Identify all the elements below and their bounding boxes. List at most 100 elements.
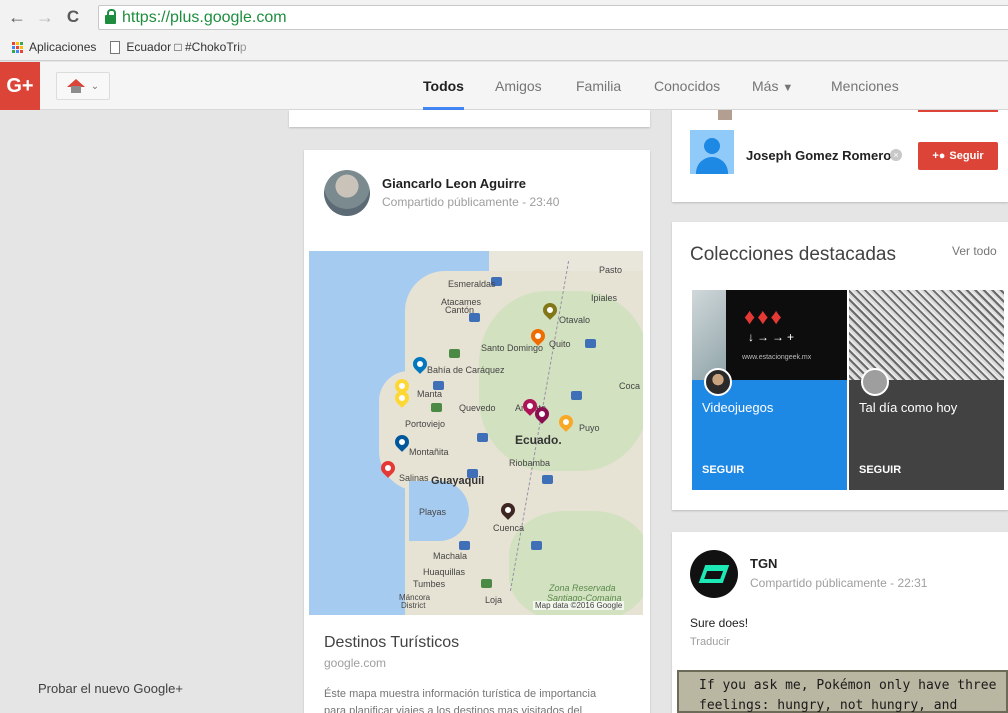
image-text-line: feelings: hungry, not hungry, and bbox=[699, 698, 958, 713]
map-country-label: Ecuado. bbox=[515, 433, 562, 447]
image-text-line: If you ask me, Pokémon only have three bbox=[699, 678, 997, 693]
map-label: Montañita bbox=[409, 447, 449, 457]
collection-tile-tal-dia[interactable]: Tal día como hoy SEGUIR bbox=[849, 290, 1004, 490]
try-new-gplus-link[interactable]: Probar el nuevo Google+ bbox=[38, 681, 183, 696]
map-label: Santo Domingo bbox=[481, 343, 544, 353]
dismiss-circle-icon[interactable]: × bbox=[890, 149, 902, 161]
collection-cover-image: ♦♦♦ ↓→→+ www.estaciongeek.mx bbox=[692, 290, 847, 380]
suggested-person-name[interactable]: Joseph Gomez Romero bbox=[746, 148, 891, 163]
post-card: Giancarlo Leon Aguirre Compartido públic… bbox=[304, 150, 650, 713]
collection-owner-avatar bbox=[861, 368, 889, 396]
map-label: Manta bbox=[417, 389, 443, 399]
reload-icon[interactable]: C bbox=[62, 0, 84, 34]
post-image[interactable]: If you ask me, Pokémon only have three f… bbox=[677, 670, 1008, 713]
map-image[interactable]: Esmeraldas Pasto Ipiales Atacames Cantón… bbox=[309, 251, 643, 615]
collection-name: Tal día como hoy bbox=[859, 400, 958, 415]
apps-grid-icon bbox=[12, 41, 23, 53]
home-icon bbox=[66, 79, 85, 93]
link-description-line: para planificar viajes a los destinos ma… bbox=[324, 705, 583, 713]
map-label: Loja bbox=[485, 595, 503, 605]
road-shield bbox=[571, 391, 582, 400]
collection-tile-videojuegos[interactable]: ♦♦♦ ↓→→+ www.estaciongeek.mx Videojuegos… bbox=[692, 290, 847, 490]
road-shield bbox=[459, 541, 470, 550]
chevron-down-icon: ▼ bbox=[782, 82, 794, 94]
bookmark-apps[interactable]: Aplicaciones bbox=[29, 40, 96, 54]
tab-menciones[interactable]: Menciones bbox=[831, 62, 899, 110]
map-label: Puyo bbox=[579, 423, 600, 433]
browser-toolbar: ← → C https://plus.google.com bbox=[0, 0, 1008, 34]
map-label: Quito bbox=[549, 339, 571, 349]
cover-logo: ♦♦♦ bbox=[744, 304, 784, 329]
tab-familia[interactable]: Familia bbox=[576, 62, 621, 110]
map-label: Huaquillas bbox=[423, 567, 466, 577]
bookmark-fade-tail: p bbox=[239, 40, 247, 54]
map-label: Esmeraldas bbox=[448, 279, 496, 289]
map-label: District bbox=[401, 601, 426, 610]
previous-post-card bbox=[289, 110, 650, 127]
url-text: https://plus.google.com bbox=[122, 8, 287, 26]
gplus-header: G+ ⌄ Todos Amigos Familia Conocidos Más … bbox=[0, 62, 1008, 110]
translate-link[interactable]: Traducir bbox=[690, 636, 730, 648]
map-label: Tumbes bbox=[413, 579, 446, 589]
avatar-body bbox=[696, 157, 728, 174]
tab-todos[interactable]: Todos bbox=[423, 62, 464, 110]
tab-mas[interactable]: Más ▼ bbox=[752, 62, 793, 110]
author-avatar[interactable] bbox=[690, 550, 738, 598]
map-label-guayaquil: Guayaquil bbox=[431, 475, 485, 487]
lock-icon bbox=[105, 9, 116, 24]
map-attribution: Map data ©2016 Google bbox=[533, 601, 625, 610]
prev-suggestion-avatar bbox=[718, 110, 732, 120]
map-label: Otavalo bbox=[559, 315, 591, 325]
post-author[interactable]: Giancarlo Leon Aguirre bbox=[382, 176, 526, 191]
page-icon bbox=[110, 40, 121, 54]
post-visibility[interactable]: Compartido públicamente bbox=[382, 195, 519, 209]
address-bar[interactable]: https://plus.google.com bbox=[98, 5, 1008, 30]
arrow-left-icon[interactable]: ← bbox=[6, 0, 28, 34]
link-title[interactable]: Destinos Turísticos bbox=[324, 634, 459, 652]
meta-separator: - bbox=[522, 195, 527, 209]
cover-arrows: ↓→→+ bbox=[748, 330, 798, 344]
meta-separator: - bbox=[890, 576, 895, 590]
follow-button[interactable]: +● Seguir bbox=[918, 142, 998, 170]
suggestions-card: Joseph Gomez Romero × +● Seguir bbox=[672, 110, 1008, 202]
gplus-logo[interactable]: G+ bbox=[0, 62, 40, 110]
tab-amigos[interactable]: Amigos bbox=[495, 62, 542, 110]
cover-edge bbox=[692, 290, 726, 380]
post-time[interactable]: 23:40 bbox=[529, 195, 559, 209]
chevron-down-icon: ⌄ bbox=[90, 80, 100, 92]
collections-title: Colecciones destacadas bbox=[690, 244, 896, 265]
link-domain[interactable]: google.com bbox=[324, 656, 386, 670]
map-label: Zona Reservada bbox=[549, 583, 616, 593]
bookmarks-bar: Aplicaciones Ecuador □ #ChokoTri p bbox=[0, 34, 1008, 61]
home-menu-button[interactable]: ⌄ bbox=[56, 72, 110, 100]
tab-conocidos[interactable]: Conocidos bbox=[654, 62, 720, 110]
map-label: Coca bbox=[619, 381, 641, 391]
post-time[interactable]: 22:31 bbox=[897, 576, 927, 590]
bookmark-ecuador[interactable]: Ecuador □ #ChokoTri bbox=[126, 40, 240, 54]
view-all-link[interactable]: Ver todo bbox=[952, 244, 997, 258]
post-visibility[interactable]: Compartido públicamente bbox=[750, 576, 887, 590]
map-label: Playas bbox=[419, 507, 447, 517]
add-person-icon: +● bbox=[932, 150, 946, 162]
map-label: Pasto bbox=[599, 265, 623, 275]
road-shield bbox=[431, 403, 442, 412]
collection-follow-button[interactable]: SEGUIR bbox=[859, 464, 901, 476]
road-shield bbox=[477, 433, 488, 442]
post-card: TGN Compartido públicamente - 22:31 Sure… bbox=[672, 532, 1008, 713]
avatar-head bbox=[704, 138, 720, 154]
prev-follow-button[interactable] bbox=[918, 110, 998, 112]
collection-body: Tal día como hoy SEGUIR bbox=[849, 380, 1004, 490]
collection-follow-button[interactable]: SEGUIR bbox=[702, 464, 744, 476]
map-label: Cuenca bbox=[493, 523, 525, 533]
person-avatar-icon[interactable] bbox=[690, 130, 734, 174]
post-author[interactable]: TGN bbox=[750, 556, 777, 571]
author-avatar[interactable] bbox=[324, 170, 370, 216]
follow-button-label: Seguir bbox=[949, 150, 984, 162]
map-label: Portoviejo bbox=[405, 419, 446, 429]
road-shield bbox=[531, 541, 542, 550]
collection-owner-avatar bbox=[704, 368, 732, 396]
road-shield bbox=[585, 339, 596, 348]
cover-url: www.estaciongeek.mx bbox=[742, 354, 812, 361]
arrow-right-icon[interactable]: → bbox=[34, 0, 56, 34]
map-label: Machala bbox=[433, 551, 468, 561]
